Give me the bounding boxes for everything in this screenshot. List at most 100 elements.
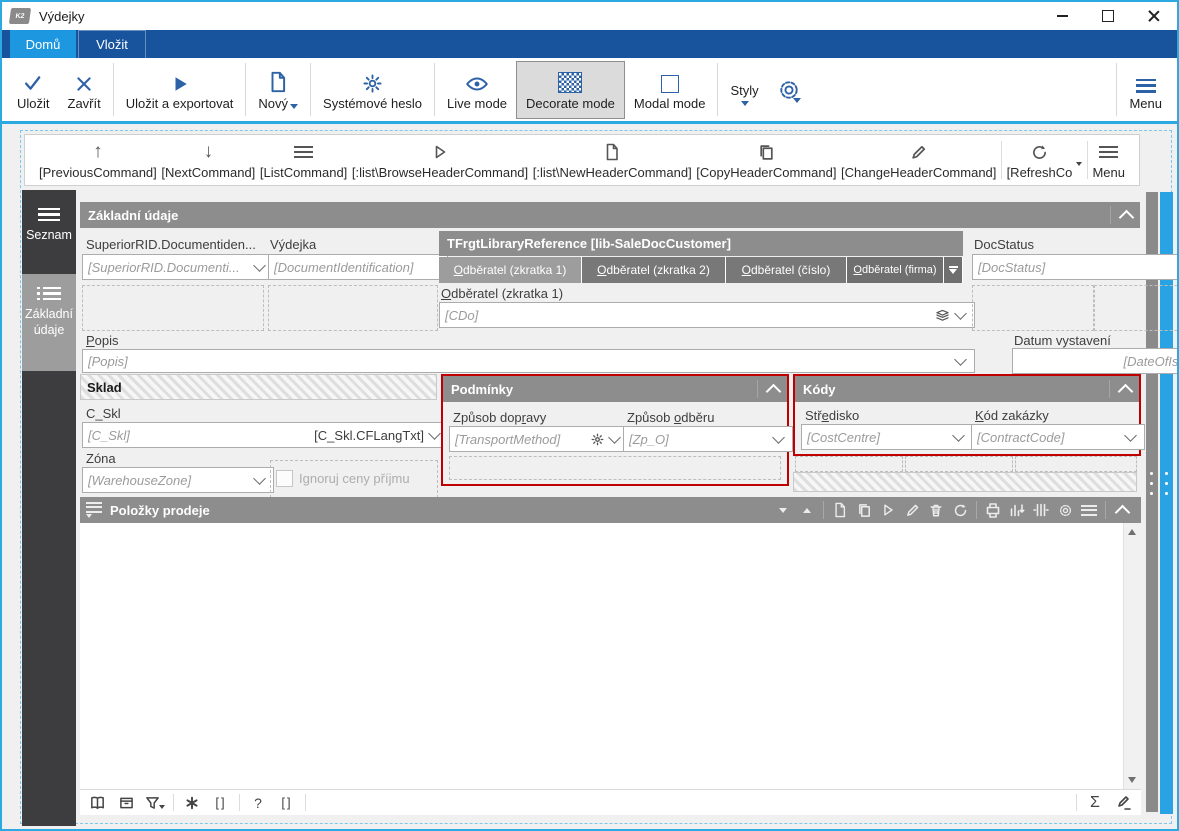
minimize-button[interactable] — [1039, 2, 1085, 30]
pencil-icon — [910, 140, 927, 164]
close-button[interactable] — [1131, 2, 1177, 30]
settings-gear-button[interactable] — [768, 62, 810, 118]
tab-odberatel-zkratka1[interactable]: Odběratel (zkratka 1) — [439, 257, 581, 283]
tab-overflow-button[interactable] — [944, 257, 962, 283]
docstatus-input[interactable] — [978, 260, 1179, 275]
decorate-mode-button[interactable]: Decorate mode — [516, 61, 625, 119]
asterisk-icon[interactable] — [181, 792, 203, 814]
new-header-command-button[interactable]: [:list\NewHeaderCommand] — [533, 140, 692, 180]
book-icon[interactable] — [86, 792, 108, 814]
grid-settings-gear-icon[interactable] — [1054, 499, 1076, 521]
tab-odberatel-zkratka2[interactable]: Odběratel (zkratka 2) — [582, 257, 725, 283]
print-icon[interactable] — [982, 499, 1004, 521]
chevron-down-icon — [772, 431, 785, 444]
scroll-up-button[interactable] — [796, 499, 818, 521]
ignoruj-ceny-checkbox[interactable] — [276, 470, 293, 487]
grid-menu-icon[interactable] — [86, 499, 108, 521]
collapse-section-button[interactable] — [1110, 206, 1132, 224]
vydejka-input[interactable] — [274, 260, 442, 275]
superior-combo[interactable] — [82, 254, 274, 280]
popis-input[interactable] — [88, 354, 950, 369]
archive-box-icon[interactable] — [115, 792, 137, 814]
refresh-dropdown-caret-icon — [1076, 162, 1082, 166]
scrollbar-down-arrow[interactable] — [1128, 777, 1136, 783]
browse-header-command-button[interactable]: [:list\BrowseHeaderCommand] — [352, 140, 528, 180]
command-menu-button[interactable]: Menu — [1092, 140, 1125, 180]
cdo-combo[interactable] — [439, 302, 975, 328]
superior-input[interactable] — [88, 260, 249, 275]
tab-domu[interactable]: Domů — [10, 30, 76, 58]
zona-combo[interactable] — [82, 467, 274, 493]
list-command-button[interactable]: [ListCommand] — [260, 140, 347, 180]
zpusob-dopravy-input[interactable] — [455, 432, 591, 447]
edit-item-icon[interactable] — [901, 499, 923, 521]
collapse-items-button[interactable] — [1111, 499, 1133, 521]
save-button[interactable]: Uložit — [8, 62, 59, 118]
maximize-button[interactable] — [1085, 2, 1131, 30]
chevron-down-icon — [952, 429, 965, 442]
columns-icon[interactable] — [1030, 499, 1052, 521]
stredisko-combo[interactable] — [801, 424, 973, 450]
collapse-kody-button[interactable] — [1109, 380, 1131, 398]
menu-button[interactable]: Menu — [1120, 62, 1171, 118]
next-command-button[interactable]: ↓ [NextCommand] — [161, 140, 255, 180]
collapse-podminky-button[interactable] — [757, 380, 779, 398]
zona-input[interactable] — [88, 473, 249, 488]
hamburger-icon — [1136, 69, 1156, 93]
docstatus-combo[interactable] — [972, 254, 1179, 280]
brackets-icon[interactable]: [] — [210, 792, 232, 814]
close-document-button[interactable]: Zavřít — [59, 62, 110, 118]
chevron-up-icon — [1118, 383, 1134, 399]
kod-zakazky-combo[interactable] — [971, 424, 1145, 450]
cdo-input[interactable] — [445, 308, 935, 323]
c-skl-input[interactable] — [88, 428, 178, 443]
copy-header-command-button[interactable]: [CopyHeaderCommand] — [696, 140, 836, 180]
form-area: Základní údaje SuperiorRID.Documentiden.… — [78, 194, 1141, 826]
brackets-icon[interactable]: [] — [276, 792, 298, 814]
zpusob-dopravy-combo[interactable] — [449, 426, 629, 452]
c-skl-combo[interactable] — [82, 422, 449, 448]
items-grid-body[interactable] — [80, 523, 1141, 789]
refresh-items-icon[interactable] — [949, 499, 971, 521]
new-item-icon[interactable] — [829, 499, 851, 521]
tab-odberatel-firma[interactable]: Odběratel (firma) — [847, 257, 943, 283]
vertical-scrollbar[interactable] — [1123, 523, 1141, 789]
change-header-command-button[interactable]: [ChangeHeaderCommand] — [841, 140, 996, 180]
sidebar-item-seznam[interactable]: Seznam — [22, 196, 76, 274]
save-and-export-button[interactable]: Uložit a exportovat — [117, 62, 243, 118]
copy-item-icon[interactable] — [853, 499, 875, 521]
live-mode-button[interactable]: Live mode — [438, 62, 516, 118]
kod-zakazky-input[interactable] — [977, 430, 1120, 445]
window-title: Výdejky — [39, 9, 85, 24]
question-icon[interactable]: ? — [247, 792, 269, 814]
scroll-down-button[interactable] — [772, 499, 794, 521]
stredisko-input[interactable] — [807, 430, 948, 445]
refresh-command-button[interactable]: [RefreshCo — [1007, 140, 1083, 180]
zpusob-odberu-combo[interactable] — [623, 426, 793, 452]
delete-item-icon[interactable] — [925, 499, 947, 521]
scrollbar-up-arrow[interactable] — [1128, 529, 1136, 535]
run-item-icon[interactable] — [877, 499, 899, 521]
chart-export-icon[interactable] — [1006, 499, 1028, 521]
docstatus-label: DocStatus — [974, 237, 1034, 252]
items-status-bar: [] ? [] Σ — [80, 789, 1141, 815]
modal-mode-button[interactable]: Modal mode — [625, 62, 715, 118]
new-button[interactable]: Nový — [249, 62, 307, 118]
popis-combo[interactable] — [82, 349, 975, 373]
datum-vystaveni-combo[interactable] — [1012, 348, 1179, 374]
grid-menu-button[interactable] — [1078, 499, 1100, 521]
tab-odberatel-cislo[interactable]: Odběratel (číslo) — [726, 257, 846, 283]
tab-vlozit[interactable]: Vložit — [78, 30, 146, 58]
sum-icon[interactable]: Σ — [1084, 792, 1106, 814]
filter-icon[interactable] — [144, 792, 166, 814]
styles-button[interactable]: Styly — [721, 62, 767, 118]
hamburger-icon — [1099, 140, 1118, 164]
edit-note-icon[interactable] — [1113, 792, 1135, 814]
datum-vystaveni-input[interactable] — [1018, 354, 1179, 369]
arrow-up-icon: ↑ — [93, 140, 103, 164]
vydejka-field[interactable] — [268, 254, 448, 280]
system-password-button[interactable]: Systémové heslo — [314, 62, 431, 118]
zpusob-odberu-input[interactable] — [629, 432, 768, 447]
previous-command-button[interactable]: ↑ [PreviousCommand] — [39, 140, 157, 180]
sidebar-item-zakladni-udaje[interactable]: Základní údaje — [22, 274, 76, 371]
